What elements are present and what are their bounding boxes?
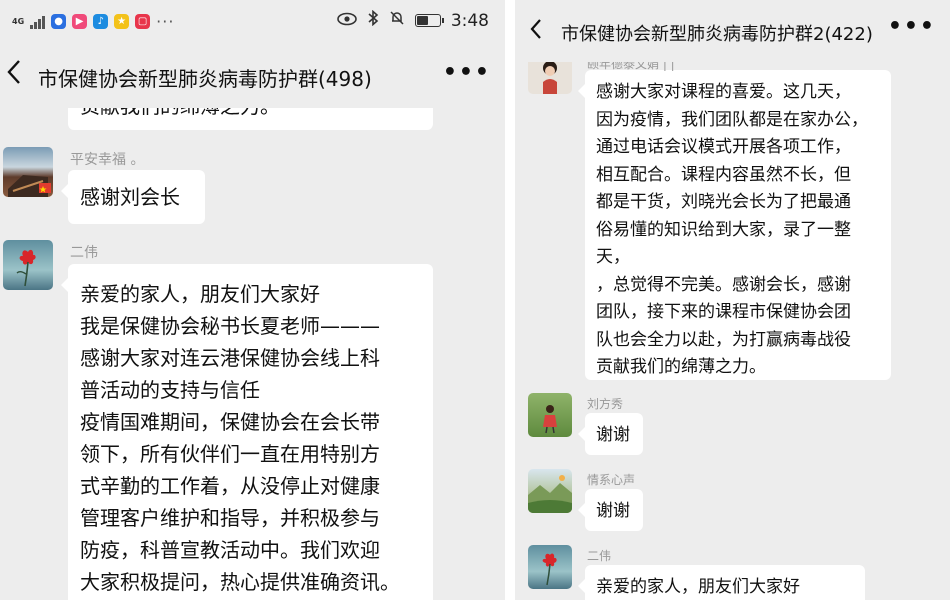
message-line: 因为疫情，我们团队都是在家办公， — [596, 109, 868, 130]
message-line: 感谢大家对连云港保健协会线上科 — [80, 346, 380, 370]
message-line: 普活动的支持与信任 — [80, 378, 260, 402]
back-chevron-icon[interactable] — [6, 58, 22, 91]
message-line: 俗易懂的知识给到大家，录了一整 — [596, 219, 851, 240]
right-chat-screen: 颐年德泰文娟 | | 市保健协会新型肺炎病毒防护群2(422) ••• 感谢大家… — [515, 0, 950, 600]
message-line: ，总觉得不完美。感谢会长，感谢 — [596, 274, 851, 295]
status-bar: 4G ● ▶ ♪ ★ ▢ ··· 3:48 — [0, 0, 505, 44]
message-line: 亲爱的家人，朋友们大家好 — [80, 282, 320, 306]
avatar[interactable] — [528, 469, 572, 513]
sender-name: 二伟 — [70, 245, 98, 261]
chat-title: 市保健协会新型肺炎病毒防护群(498) — [38, 67, 372, 91]
chat-header: 市保健协会新型肺炎病毒防护群2(422) ••• — [515, 0, 950, 62]
avatar[interactable] — [3, 147, 53, 197]
message-bubble[interactable]: 亲爱的家人，朋友们大家好 — [578, 565, 865, 600]
mute-bell-icon — [389, 10, 405, 31]
message-bubble[interactable]: 谢谢 — [578, 413, 643, 455]
more-dots-icon[interactable]: ••• — [443, 60, 491, 85]
message-line: 都是干货，刘晓光会长为了把最通 — [596, 192, 851, 212]
signal-icon — [30, 15, 46, 29]
network-type: 4G — [12, 16, 25, 26]
sender-name: 平安幸福 。 — [70, 152, 145, 168]
more-dots-icon[interactable]: ••• — [888, 14, 936, 39]
message-line: 式辛勤的工作着，从没停止对健康 — [80, 474, 380, 498]
eye-icon — [337, 11, 357, 31]
message-line: 相互配合。课程内容虽然不长，但 — [596, 164, 851, 185]
news-app-icon: ▢ — [135, 14, 151, 29]
message-line: 我是保健协会秘书长夏老师——— — [80, 314, 380, 338]
message-line: 贡献我们的绵薄之力。 — [596, 357, 766, 377]
avatar[interactable] — [528, 393, 572, 437]
more-notifications-icon: ··· — [156, 12, 175, 31]
message-text: 亲爱的家人，朋友们大家好 — [596, 577, 800, 597]
message-bubble[interactable]: 感谢刘会长 — [61, 170, 205, 224]
avatar[interactable] — [3, 240, 53, 290]
message-text: 感谢刘会长 — [80, 185, 180, 209]
message-line: 防疫，科普宣教活动中。我们欢迎 — [80, 538, 380, 562]
message-text: 谢谢 — [596, 425, 630, 445]
message-bubble[interactable]: 亲爱的家人，朋友们大家好 我是保健协会秘书长夏老师——— 感谢大家对连云港保健协… — [61, 264, 433, 600]
message-line: 管理客户维护和指导，并积极参与 — [80, 506, 380, 530]
chat-title: 市保健协会新型肺炎病毒防护群2(422) — [561, 24, 873, 45]
message-line: 感谢大家对课程的喜爱。这几天， — [596, 82, 851, 102]
back-chevron-icon[interactable] — [529, 17, 543, 45]
sender-name: 二伟 — [587, 549, 612, 563]
left-chat-screen: 4G ● ▶ ♪ ★ ▢ ··· 3:48 市保健协会新型肺炎病毒防护群(498… — [0, 0, 505, 600]
sender-name: 情系心声 — [587, 473, 636, 487]
battery-icon — [414, 14, 444, 27]
message-line: 领下，所有伙伴们一直在用特别方 — [80, 442, 380, 466]
message-line: 通过电话会议模式开展各项工作， — [596, 137, 851, 157]
bluetooth-icon — [367, 9, 379, 31]
message-line: 疫情国难期间，保健协会在会长带 — [80, 410, 380, 434]
avatar[interactable] — [528, 545, 572, 589]
message-bubble[interactable]: 感谢大家对课程的喜爱。这几天， 因为疫情，我们团队都是在家办公， 通过电话会议模… — [578, 70, 891, 380]
video-app-icon: ▶ — [72, 14, 88, 29]
star-app-icon: ★ — [114, 14, 130, 29]
music-app-icon: ♪ — [93, 14, 109, 29]
chat-header: 市保健协会新型肺炎病毒防护群(498) ••• — [0, 44, 505, 108]
message-bubble[interactable]: 谢谢 — [578, 489, 643, 531]
message-line: 团队，接下来的课程市保健协会团 — [596, 302, 851, 322]
message-line: 天， — [596, 247, 630, 267]
message-line: 大家积极提问，热心提供准确资讯。 — [80, 570, 400, 594]
status-time: 3:48 — [450, 10, 489, 31]
message-text: 谢谢 — [596, 501, 630, 521]
screenshot-divider — [505, 0, 515, 600]
sender-name: 刘方秀 — [587, 397, 624, 411]
message-line: 队也会全力以赴，为打赢病毒战役 — [596, 329, 851, 350]
baidu-app-icon: ● — [51, 14, 67, 29]
